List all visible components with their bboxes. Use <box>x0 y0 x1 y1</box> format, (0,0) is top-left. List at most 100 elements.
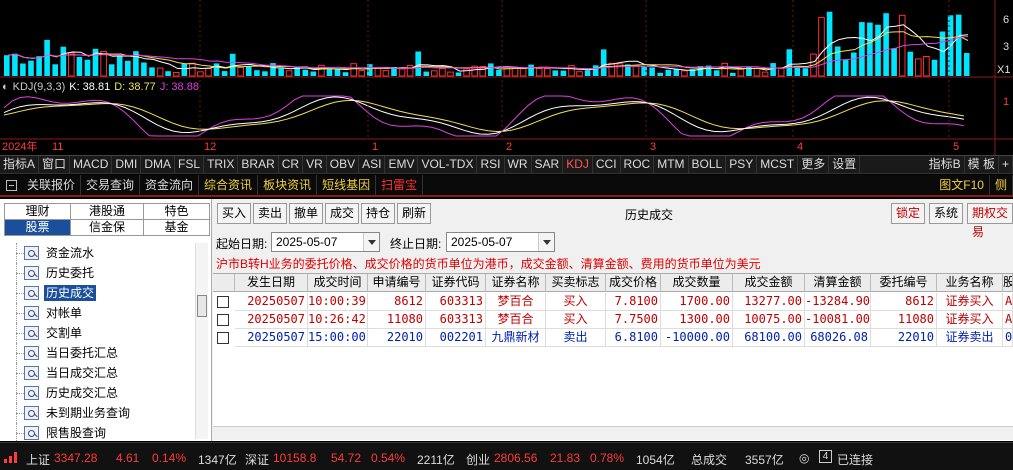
indicator-tab-15[interactable]: WR <box>505 156 532 173</box>
toolbar-button-4[interactable]: 持仓 <box>361 203 396 224</box>
toolbar-button-0[interactable]: 买入 <box>217 203 252 224</box>
indicator-tab-25[interactable]: 设置 <box>829 156 861 173</box>
col-header-12[interactable]: 股 <box>1003 274 1013 292</box>
indicator-tab-23[interactable]: MCST <box>757 156 799 173</box>
connection-count-icon[interactable]: 4 <box>819 450 832 463</box>
indicator-tab-19[interactable]: ROC <box>621 156 655 173</box>
indicator-tab-1[interactable]: 窗口 <box>39 156 71 173</box>
col-header-5[interactable]: 买卖标志 <box>546 274 606 292</box>
nav-scrollbar[interactable] <box>195 243 208 439</box>
category-4[interactable]: 信金保 <box>70 219 144 236</box>
indicator-right-1[interactable]: 模 板 <box>965 156 999 173</box>
col-header-8[interactable]: 成交金额 <box>733 274 805 292</box>
tree-item-5[interactable]: 当日委托汇总 <box>0 343 195 363</box>
col-header-10[interactable]: 委托编号 <box>871 274 937 292</box>
indicator-right-0[interactable]: 指标B <box>926 156 965 173</box>
indicator-right-2[interactable]: + <box>999 156 1013 173</box>
tree-item-6[interactable]: 当日成交汇总 <box>0 363 195 383</box>
toolbar-button-1[interactable]: 卖出 <box>253 203 288 224</box>
indicator-tab-10[interactable]: OBV <box>327 156 360 173</box>
category-1[interactable]: 港股通 <box>70 203 144 220</box>
tree-item-9[interactable]: 限售股查询 <box>0 423 195 441</box>
end-date-dropdown-icon[interactable] <box>538 233 554 251</box>
panel-title: 历史成交 <box>625 208 674 222</box>
indicator-tab-18[interactable]: CCI <box>593 156 621 173</box>
indicator-tab-8[interactable]: CR <box>279 156 304 173</box>
col-header-1[interactable]: 成交时间 <box>308 274 368 292</box>
indicator-tab-2[interactable]: MACD <box>70 156 113 173</box>
indicator-tab-21[interactable]: BOLL <box>689 156 727 173</box>
indicator-tab-3[interactable]: DMI <box>112 156 142 173</box>
indicator-tab-5[interactable]: FSL <box>175 156 205 173</box>
func-tab-2[interactable]: 资金流向 <box>140 175 200 195</box>
date-filter-row: 起始日期: 2025-05-07 终止日期: 2025-05-07 <box>213 232 1013 252</box>
kdj-legend-icon[interactable]: ◐ <box>2 81 9 93</box>
col-header-6[interactable]: 成交价格 <box>606 274 661 292</box>
indicator-tab-22[interactable]: PSY <box>726 156 758 173</box>
indicator-tab-7[interactable]: BRAR <box>238 156 279 173</box>
col-header-11[interactable]: 业务名称 <box>937 274 1003 292</box>
kdj-j-value: J: 38.88 <box>159 81 199 93</box>
collapse-toggle-icon[interactable] <box>0 175 22 195</box>
table-row[interactable]: 20250507 10:00:39 8612 603313 梦百合 买入 7.8100 170… <box>213 293 1013 311</box>
toolbar-right-button-0[interactable]: 锁定 <box>891 203 926 224</box>
tree-item-8[interactable]: 未到期业务查询 <box>0 403 195 423</box>
indicator-tab-20[interactable]: MTM <box>654 156 689 173</box>
start-date-field[interactable]: 2025-05-07 <box>271 232 380 252</box>
col-header-7[interactable]: 成交数量 <box>661 274 733 292</box>
tree-item-0[interactable]: 资金流水 <box>0 243 195 263</box>
func-tab-1[interactable]: 交易查询 <box>81 175 141 195</box>
row-checkbox[interactable] <box>217 314 229 326</box>
indicator-tab-17[interactable]: KDJ <box>563 156 593 173</box>
func-right-1[interactable]: 侧 <box>990 175 1013 195</box>
func-tab-3[interactable]: 综合资讯 <box>199 175 259 195</box>
indicator-tab-24[interactable]: 更多 <box>798 156 830 173</box>
category-2[interactable]: 特色 <box>143 203 210 220</box>
func-tab-4[interactable]: 板块资讯 <box>258 175 318 195</box>
indicator-tab-4[interactable]: DMA <box>141 156 176 173</box>
indicator-tab-6[interactable]: TRIX <box>204 156 239 173</box>
indicator-tab-11[interactable]: ASI <box>359 156 386 173</box>
table-row[interactable]: 20250507 15:00:00 22010 002201 九鼎新材 卖出 6.8100-… <box>213 329 1013 347</box>
nav-scroll-thumb[interactable] <box>197 295 207 317</box>
indicator-tab-bar: 指标A 窗口 MACD DMI DMA FSL TRIX BRAR CR VR OBV ASI EMV V… <box>0 155 1013 174</box>
indicator-tab-13[interactable]: VOL-TDX <box>418 156 478 173</box>
col-header-2[interactable]: 申请编号 <box>368 274 426 292</box>
volume-bar <box>285 70 293 77</box>
row-checkbox[interactable] <box>217 296 229 308</box>
table-h-scrollbar[interactable] <box>213 426 1013 440</box>
col-header-9[interactable]: 清算金额 <box>805 274 871 292</box>
tree-item-7[interactable]: 历史成交汇总 <box>0 383 195 403</box>
category-0[interactable]: 理财 <box>4 203 71 220</box>
indicator-tab-16[interactable]: SAR <box>532 156 564 173</box>
func-tab-0[interactable]: 关联报价 <box>22 175 82 195</box>
col-header-3[interactable]: 证券代码 <box>426 274 486 292</box>
toolbar-button-5[interactable]: 刷新 <box>397 203 432 224</box>
func-right-0[interactable]: 图文F10 <box>934 175 990 195</box>
indicator-tab-12[interactable]: EMV <box>385 156 419 173</box>
indicator-tab-9[interactable]: VR <box>303 156 327 173</box>
tree-item-3[interactable]: 对帐单 <box>0 303 195 323</box>
row-checkbox[interactable] <box>217 332 229 344</box>
indicator-tab-14[interactable]: RSI <box>477 156 505 173</box>
end-date-field[interactable]: 2025-05-07 <box>446 232 555 252</box>
col-header-4[interactable]: 证券名称 <box>486 274 546 292</box>
tree-item-2[interactable]: 历史成交 <box>0 283 195 303</box>
toolbar-right-button-1[interactable]: 系统 <box>929 203 964 224</box>
tree-item-4[interactable]: 交割单 <box>0 323 195 343</box>
toolbar-right-button-2[interactable]: 期权交易 <box>967 203 1013 239</box>
audio-icon[interactable]: ◎ <box>799 451 809 465</box>
start-date-dropdown-icon[interactable] <box>363 233 379 251</box>
toolbar-button-2[interactable]: 撤单 <box>289 203 324 224</box>
func-tab-5[interactable]: 短线基因 <box>317 175 377 195</box>
indicator-tab-0[interactable]: 指标A <box>0 156 40 173</box>
volume-bar <box>116 55 123 76</box>
col-header-0[interactable]: 发生日期 <box>235 274 308 292</box>
end-date-value: 2025-05-07 <box>451 235 513 249</box>
toolbar-button-3[interactable]: 成交 <box>325 203 360 224</box>
category-3[interactable]: 股票 <box>4 219 71 236</box>
category-5[interactable]: 基金 <box>143 219 210 236</box>
table-row[interactable]: 20250507 10:26:42 11080 603313 梦百合 买入 7.7500 13… <box>213 311 1013 329</box>
tree-item-1[interactable]: 历史委托 <box>0 263 195 283</box>
func-tab-6[interactable]: 扫雷宝 <box>376 175 424 195</box>
